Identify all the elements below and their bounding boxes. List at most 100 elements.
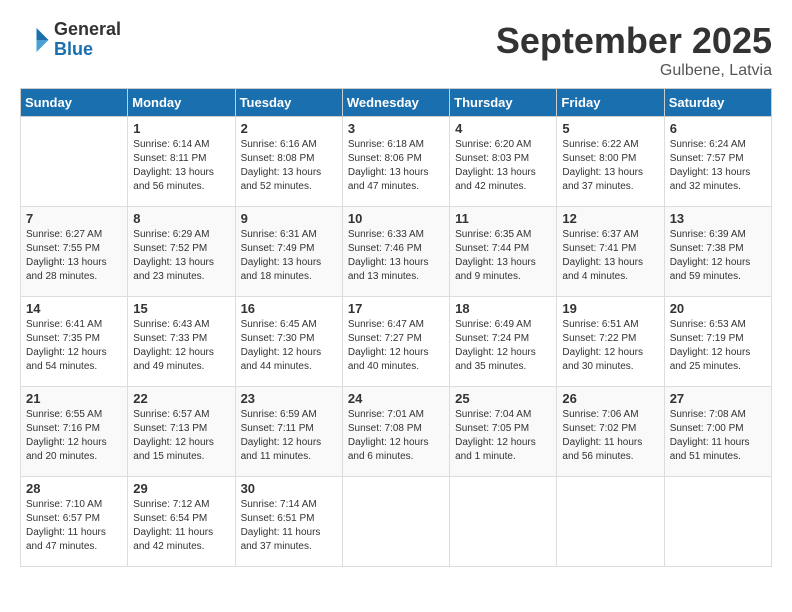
table-row — [21, 117, 128, 207]
table-row: 25Sunrise: 7:04 AMSunset: 7:05 PMDayligh… — [450, 387, 557, 477]
table-row: 4 Sunrise: 6:20 AMSunset: 8:03 PMDaylight… — [450, 117, 557, 207]
day-number: 6 — [670, 121, 766, 136]
table-row: 14 Sunrise: 6:41 AMSunset: 7:35 PMDayligh… — [21, 297, 128, 387]
day-number: 12 — [562, 211, 658, 226]
page-header: General Blue September 2025 Gulbene, Lat… — [20, 20, 772, 80]
day-number: 23 — [241, 391, 337, 406]
day-number: 28 — [26, 481, 122, 496]
day-number: 7 — [26, 211, 122, 226]
table-row: 22 Sunrise: 6:57 AMSunset: 7:13 PMDayligh… — [128, 387, 235, 477]
logo-blue: Blue — [54, 40, 121, 60]
table-row: 13 Sunrise: 6:39 AMSunset: 7:38 PMDayligh… — [664, 207, 771, 297]
day-info: Sunrise: 6:53 AMSunset: 7:19 PMDaylight:… — [670, 318, 766, 374]
day-info: Sunrise: 6:29 AMSunset: 7:52 PMDaylight:… — [133, 228, 229, 284]
table-row: 2 Sunrise: 6:16 AMSunset: 8:08 PMDaylight… — [235, 117, 342, 207]
header-tuesday: Tuesday — [235, 89, 342, 117]
table-row: 9Sunrise: 6:31 AMSunset: 7:49 PMDaylight… — [235, 207, 342, 297]
location: Gulbene, Latvia — [496, 62, 772, 80]
day-info: Sunrise: 6:55 AMSunset: 7:16 PMDaylight:… — [26, 408, 122, 464]
day-info: Sunrise: 7:14 AMSunset: 6:51 PMDaylight:… — [241, 498, 337, 554]
table-row: 29Sunrise: 7:12 AMSunset: 6:54 PMDayligh… — [128, 477, 235, 567]
table-row: 16 Sunrise: 6:45 AMSunset: 7:30 PMDayligh… — [235, 297, 342, 387]
day-info: Sunrise: 6:43 AMSunset: 7:33 PMDaylight:… — [133, 318, 229, 374]
table-row: 28 Sunrise: 7:10 AMSunset: 6:57 PMDayligh… — [21, 477, 128, 567]
day-info: Sunrise: 6:37 AMSunset: 7:41 PMDaylight:… — [562, 228, 658, 284]
logo-icon — [20, 25, 50, 55]
day-info: Sunrise: 6:14 AMSunset: 8:11 PMDaylight:… — [133, 138, 229, 194]
table-row: 1 Sunrise: 6:14 AMSunset: 8:11 PMDaylight… — [128, 117, 235, 207]
day-info: Sunrise: 7:10 AMSunset: 6:57 PMDaylight:… — [26, 498, 122, 554]
calendar-body: 1 Sunrise: 6:14 AMSunset: 8:11 PMDaylight… — [21, 117, 772, 567]
day-number: 13 — [670, 211, 766, 226]
day-number: 20 — [670, 301, 766, 316]
header-saturday: Saturday — [664, 89, 771, 117]
day-info: Sunrise: 6:35 AMSunset: 7:44 PMDaylight:… — [455, 228, 551, 284]
title-block: September 2025 Gulbene, Latvia — [496, 20, 772, 80]
table-row: 23 Sunrise: 6:59 AMSunset: 7:11 PMDayligh… — [235, 387, 342, 477]
day-info: Sunrise: 7:08 AMSunset: 7:00 PMDaylight:… — [670, 408, 766, 464]
table-row: 6 Sunrise: 6:24 AMSunset: 7:57 PMDaylight… — [664, 117, 771, 207]
logo: General Blue — [20, 20, 121, 60]
day-info: Sunrise: 6:59 AMSunset: 7:11 PMDaylight:… — [241, 408, 337, 464]
day-number: 26 — [562, 391, 658, 406]
table-row: 26 Sunrise: 7:06 AMSunset: 7:02 PMDayligh… — [557, 387, 664, 477]
day-info: Sunrise: 6:16 AMSunset: 8:08 PMDaylight:… — [241, 138, 337, 194]
table-row — [342, 477, 449, 567]
day-number: 4 — [455, 121, 551, 136]
day-info: Sunrise: 6:45 AMSunset: 7:30 PMDaylight:… — [241, 318, 337, 374]
table-row — [664, 477, 771, 567]
table-row: 11 Sunrise: 6:35 AMSunset: 7:44 PMDayligh… — [450, 207, 557, 297]
day-number: 14 — [26, 301, 122, 316]
day-number: 10 — [348, 211, 444, 226]
calendar-table: Sunday Monday Tuesday Wednesday Thursday… — [20, 88, 772, 567]
table-row: 10 Sunrise: 6:33 AMSunset: 7:46 PMDayligh… — [342, 207, 449, 297]
table-row: 27 Sunrise: 7:08 AMSunset: 7:00 PMDayligh… — [664, 387, 771, 477]
day-number: 15 — [133, 301, 229, 316]
table-row: 8 Sunrise: 6:29 AMSunset: 7:52 PMDaylight… — [128, 207, 235, 297]
month-title: September 2025 — [496, 20, 772, 62]
header-friday: Friday — [557, 89, 664, 117]
day-number: 16 — [241, 301, 337, 316]
day-number: 11 — [455, 211, 551, 226]
logo-general: General — [54, 20, 121, 40]
day-number: 9 — [241, 211, 337, 226]
day-info: Sunrise: 7:12 AMSunset: 6:54 PMDaylight:… — [133, 498, 229, 554]
day-info: Sunrise: 6:49 AMSunset: 7:24 PMDaylight:… — [455, 318, 551, 374]
day-info: Sunrise: 6:39 AMSunset: 7:38 PMDaylight:… — [670, 228, 766, 284]
day-number: 17 — [348, 301, 444, 316]
day-number: 22 — [133, 391, 229, 406]
day-number: 25 — [455, 391, 551, 406]
day-number: 24 — [348, 391, 444, 406]
day-info: Sunrise: 7:06 AMSunset: 7:02 PMDaylight:… — [562, 408, 658, 464]
day-info: Sunrise: 6:22 AMSunset: 8:00 PMDaylight:… — [562, 138, 658, 194]
day-info: Sunrise: 7:01 AMSunset: 7:08 PMDaylight:… — [348, 408, 444, 464]
day-number: 1 — [133, 121, 229, 136]
header-sunday: Sunday — [21, 89, 128, 117]
day-number: 27 — [670, 391, 766, 406]
day-info: Sunrise: 6:47 AMSunset: 7:27 PMDaylight:… — [348, 318, 444, 374]
table-row: 17 Sunrise: 6:47 AMSunset: 7:27 PMDayligh… — [342, 297, 449, 387]
day-info: Sunrise: 6:33 AMSunset: 7:46 PMDaylight:… — [348, 228, 444, 284]
table-row: 20 Sunrise: 6:53 AMSunset: 7:19 PMDayligh… — [664, 297, 771, 387]
day-number: 3 — [348, 121, 444, 136]
table-row: 21Sunrise: 6:55 AMSunset: 7:16 PMDayligh… — [21, 387, 128, 477]
table-row: 19 Sunrise: 6:51 AMSunset: 7:22 PMDayligh… — [557, 297, 664, 387]
table-row: 5Sunrise: 6:22 AMSunset: 8:00 PMDaylight… — [557, 117, 664, 207]
table-row: 3Sunrise: 6:18 AMSunset: 8:06 PMDaylight… — [342, 117, 449, 207]
day-number: 19 — [562, 301, 658, 316]
header-wednesday: Wednesday — [342, 89, 449, 117]
table-row: 24 Sunrise: 7:01 AMSunset: 7:08 PMDayligh… — [342, 387, 449, 477]
day-number: 8 — [133, 211, 229, 226]
day-info: Sunrise: 6:41 AMSunset: 7:35 PMDaylight:… — [26, 318, 122, 374]
day-number: 2 — [241, 121, 337, 136]
table-row: 12 Sunrise: 6:37 AMSunset: 7:41 PMDayligh… — [557, 207, 664, 297]
day-info: Sunrise: 6:57 AMSunset: 7:13 PMDaylight:… — [133, 408, 229, 464]
table-row: 30Sunrise: 7:14 AMSunset: 6:51 PMDayligh… — [235, 477, 342, 567]
table-row — [450, 477, 557, 567]
day-info: Sunrise: 6:51 AMSunset: 7:22 PMDaylight:… — [562, 318, 658, 374]
table-row: 15 Sunrise: 6:43 AMSunset: 7:33 PMDayligh… — [128, 297, 235, 387]
day-info: Sunrise: 6:24 AMSunset: 7:57 PMDaylight:… — [670, 138, 766, 194]
day-info: Sunrise: 6:20 AMSunset: 8:03 PMDaylight:… — [455, 138, 551, 194]
calendar-header: Sunday Monday Tuesday Wednesday Thursday… — [21, 89, 772, 117]
table-row — [557, 477, 664, 567]
